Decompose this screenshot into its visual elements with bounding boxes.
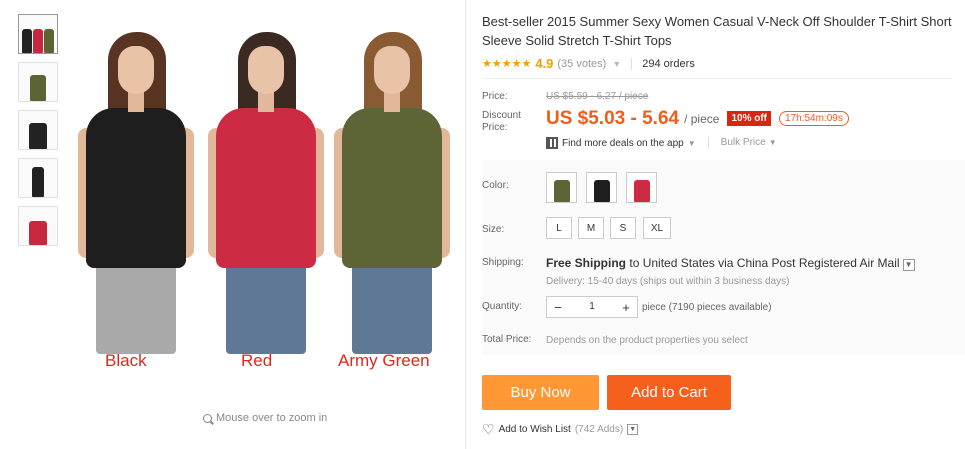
buy-now-button[interactable]: Buy Now xyxy=(482,375,599,410)
color-label-army-green: Army Green xyxy=(338,351,430,370)
model-black xyxy=(78,32,194,354)
price-row: Price: US $5.59 - 6.27 / piece xyxy=(482,91,648,103)
heart-icon[interactable]: ♡ xyxy=(482,421,495,438)
decrease-quantity-button[interactable]: − xyxy=(547,297,569,317)
total-price-label: Total Price: xyxy=(482,334,532,345)
wishlist-row[interactable]: ♡ Add to Wish List (742 Adds) ▼ xyxy=(482,421,639,438)
app-deals-text: Find more deals on the app xyxy=(562,137,684,149)
size-m-button[interactable]: M xyxy=(578,217,604,239)
shipping-method: China Post Registered Air Mail xyxy=(736,256,900,270)
color-swatch-red[interactable] xyxy=(626,172,657,203)
increase-quantity-button[interactable]: + xyxy=(615,297,637,317)
votes-count[interactable]: (35 votes) xyxy=(557,58,606,70)
color-swatch-army-green[interactable] xyxy=(546,172,577,203)
wishlist-count: (742 Adds) xyxy=(574,424,624,435)
bulk-price-text: Bulk Price xyxy=(720,137,766,148)
shipping-to-text: to xyxy=(629,256,640,270)
size-option-label: Size: xyxy=(482,224,505,235)
thumbnail-black-side[interactable] xyxy=(18,158,58,198)
qr-code-icon xyxy=(546,137,558,149)
per-piece-unit: / piece xyxy=(684,112,720,126)
color-swatch-black[interactable] xyxy=(586,172,617,203)
magnifier-icon xyxy=(203,413,212,423)
zoom-hint: Mouse over to zoom in xyxy=(203,412,327,424)
zoom-hint-text: Mouse over to zoom in xyxy=(216,412,328,424)
shipping-via-text: via xyxy=(718,256,734,270)
shipping-summary[interactable]: Free Shipping to United States via China… xyxy=(546,256,915,271)
rating-score: 4.9 xyxy=(535,56,554,71)
product-info: Best-seller 2015 Summer Sexy Women Casua… xyxy=(482,12,965,71)
color-label-black: Black xyxy=(105,351,147,370)
shipping-label: Shipping: xyxy=(482,257,524,268)
color-option-label: Color: xyxy=(482,180,509,191)
model-army-green xyxy=(334,32,450,354)
bulk-price-link[interactable]: Bulk Price ▼ xyxy=(707,137,777,148)
stock-availability: piece (7190 pieces available) xyxy=(642,302,772,313)
chevron-down-icon[interactable]: ▼ xyxy=(627,424,639,435)
app-deals-row: Find more deals on the app ▼ Bulk Price … xyxy=(546,137,777,149)
add-to-wishlist-link[interactable]: Add to Wish List xyxy=(499,424,571,435)
product-gallery: Black Red Army Green Mouse over to zoom … xyxy=(0,0,466,449)
original-price: US $5.59 - 6.27 / piece xyxy=(546,91,649,102)
main-product-image[interactable]: Black Red Army Green xyxy=(72,14,462,384)
app-deals-link[interactable]: Find more deals on the app ▼ xyxy=(546,137,696,149)
quantity-stepper[interactable]: − 1 + xyxy=(546,296,638,318)
price-label: Price: xyxy=(482,91,508,102)
size-s-button[interactable]: S xyxy=(610,217,636,239)
thumbnail-black[interactable] xyxy=(18,110,58,150)
total-price-value: Depends on the product properties you se… xyxy=(546,335,748,346)
shipping-country: United States xyxy=(642,256,715,270)
discount-badge: 10% off xyxy=(727,111,772,126)
quantity-input[interactable]: 1 xyxy=(569,297,615,317)
add-to-cart-button[interactable]: Add to Cart xyxy=(607,375,731,410)
price-section: Price: US $5.59 - 6.27 / piece Discount … xyxy=(482,78,952,149)
countdown-timer: 17h:54m:09s xyxy=(779,111,849,126)
size-l-button[interactable]: L xyxy=(546,217,572,239)
delivery-estimate: Delivery: 15-40 days (ships out within 3… xyxy=(546,276,790,287)
model-red xyxy=(208,32,324,354)
star-rating-icon: ★★★★★ xyxy=(482,58,532,70)
rating-row: ★★★★★ 4.9 (35 votes) ▼ 294 orders xyxy=(482,56,965,71)
discount-price: US $5.03 - 5.64 xyxy=(546,108,680,129)
thumbnail-army-green[interactable] xyxy=(18,62,58,102)
chevron-down-icon[interactable]: ▼ xyxy=(612,59,621,69)
thumbnail-red[interactable] xyxy=(18,206,58,246)
size-xl-button[interactable]: XL xyxy=(643,217,671,239)
thumbnail-list xyxy=(18,14,58,254)
color-label-red: Red xyxy=(241,351,273,370)
divider xyxy=(631,57,633,70)
discount-price-label: Discount Price: xyxy=(482,110,521,133)
orders-count: 294 orders xyxy=(642,57,695,70)
product-options: Color: Size: L M S XL Shipping: Free Shi… xyxy=(482,160,965,355)
product-title: Best-seller 2015 Summer Sexy Women Casua… xyxy=(482,14,952,48)
free-shipping-text: Free Shipping xyxy=(546,256,627,270)
chevron-down-icon: ▼ xyxy=(768,138,777,147)
chevron-down-icon: ▼ xyxy=(687,138,696,148)
discount-price-row: Discount Price: US $5.03 - 5.64 / piece … xyxy=(482,108,849,134)
chevron-down-icon[interactable]: ▼ xyxy=(902,258,915,271)
thumbnail-all-colors[interactable] xyxy=(18,14,58,54)
quantity-label: Quantity: xyxy=(482,301,523,312)
